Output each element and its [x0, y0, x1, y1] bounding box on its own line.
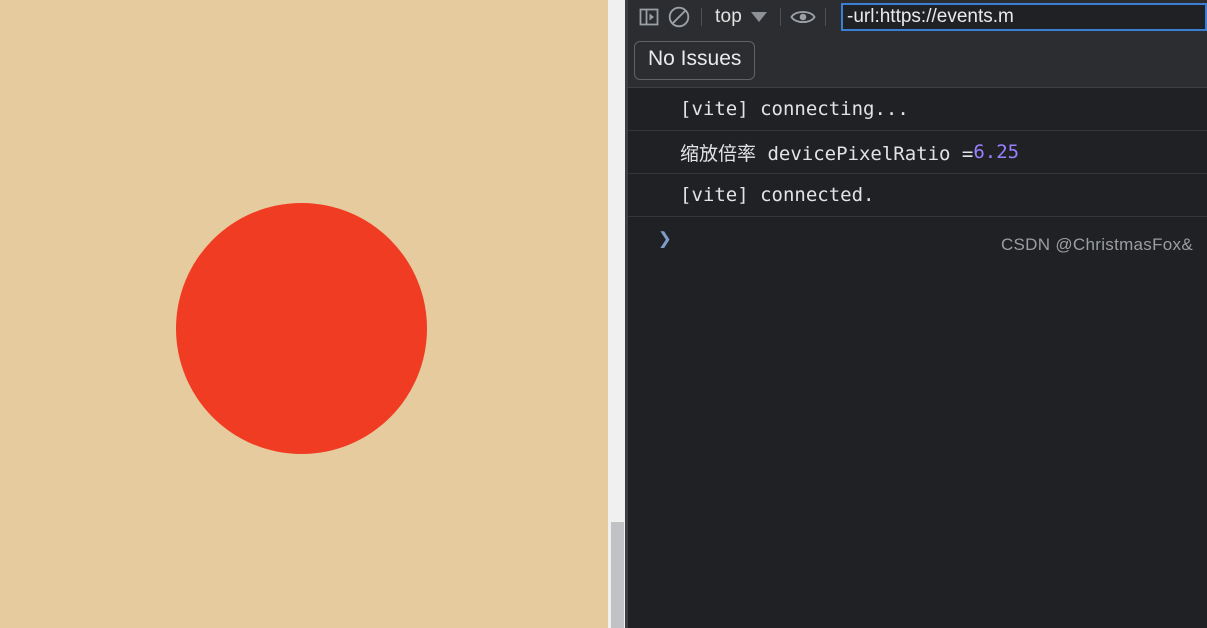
- page-viewport: [0, 0, 608, 628]
- no-issues-button[interactable]: No Issues: [634, 41, 756, 80]
- console-message-list: [vite] connecting... 缩放倍率 devicePixelRat…: [628, 88, 1207, 628]
- watermark-text: CSDN @ChristmasFox&: [1000, 235, 1193, 254]
- red-circle-shape: [176, 203, 427, 454]
- console-toolbar: top -url:https://events.m: [628, 0, 1207, 34]
- show-console-sidebar-button[interactable]: [634, 3, 664, 31]
- eye-icon: [789, 4, 817, 30]
- clear-console-button[interactable]: [664, 3, 694, 31]
- execution-context-label: top: [715, 6, 743, 27]
- console-message-row[interactable]: 缩放倍率 devicePixelRatio = 6.25: [628, 131, 1207, 174]
- page-vertical-scrollbar[interactable]: [608, 0, 625, 628]
- toolbar-divider-1: [701, 8, 702, 26]
- console-filter-value: -url:https://events.m: [847, 6, 1014, 27]
- devtools-console-panel: top -url:https://events.m No Issues [vit…: [628, 0, 1207, 628]
- execution-context-selector[interactable]: top: [709, 6, 773, 28]
- toolbar-divider-3: [825, 8, 827, 26]
- chevron-down-icon: [751, 12, 768, 22]
- console-message-number: 6.25: [973, 141, 1020, 163]
- console-message-text: [vite] connecting...: [680, 98, 909, 120]
- browser-window: top -url:https://events.m No Issues [vit…: [0, 0, 1207, 628]
- clear-console-icon: [666, 4, 692, 30]
- console-filter-input[interactable]: -url:https://events.m: [841, 3, 1207, 31]
- console-prompt-caret-icon: ❯: [658, 225, 672, 252]
- issues-bar: No Issues: [628, 34, 1207, 88]
- toolbar-divider-2: [780, 8, 782, 26]
- console-message-text: 缩放倍率 devicePixelRatio =: [680, 142, 974, 165]
- console-message-row[interactable]: [vite] connecting...: [628, 88, 1207, 131]
- create-live-expression-button[interactable]: [788, 3, 818, 31]
- console-message-text: [vite] connected.: [680, 184, 875, 206]
- console-message-row[interactable]: [vite] connected.: [628, 174, 1207, 217]
- page-scrollbar-thumb[interactable]: [611, 522, 624, 628]
- show-console-sidebar-icon: [637, 5, 661, 29]
